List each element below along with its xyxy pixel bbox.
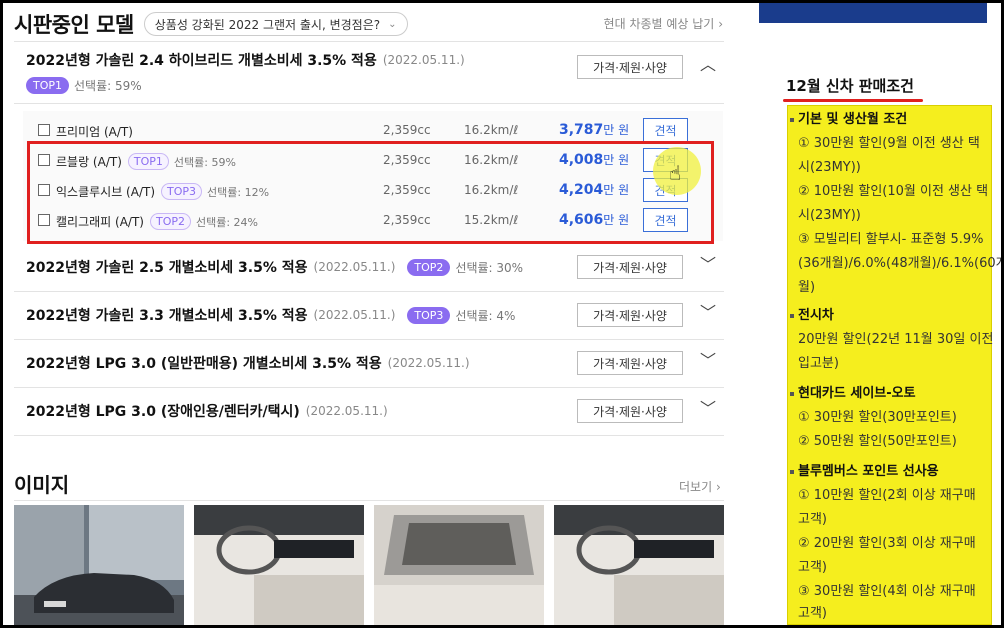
- notice-pill[interactable]: 상품성 강화된 2022 그랜저 출시, 변경점은? ⌄: [143, 12, 408, 36]
- bullet-icon: [790, 470, 794, 474]
- car-sunroof-photo[interactable]: [374, 505, 544, 625]
- condition-line: ① 30만원 할인(9월 이전 생산 택: [798, 136, 980, 151]
- bullet-icon: [790, 118, 794, 122]
- spec-button[interactable]: 가격·제원·사양: [577, 55, 683, 79]
- rank-badge: TOP2: [407, 258, 451, 276]
- chevron-up-icon[interactable]: ︿: [700, 57, 716, 73]
- images-title: 이미지: [14, 473, 70, 497]
- condition-line: ② 10만원 할인(10월 이전 생산 택: [798, 184, 989, 199]
- model-date: (2022.05.11.): [313, 260, 396, 274]
- trim-name: 프리미엄 (A/T): [56, 125, 133, 139]
- divider: [14, 500, 724, 501]
- condition-line: 고객): [798, 512, 827, 527]
- chevron-right-icon: ›: [718, 17, 723, 31]
- quote-button[interactable]: 견적: [643, 118, 688, 142]
- bullet-icon: [790, 392, 794, 396]
- spec-button[interactable]: 가격·제원·사양: [577, 399, 683, 423]
- car-interior-photo[interactable]: [194, 505, 364, 625]
- condition-line: 월): [798, 280, 816, 295]
- bullet-icon: [790, 314, 794, 318]
- delivery-link-label: 현대 차종별 예상 납기: [603, 17, 715, 31]
- sales-conditions-box: 기본 및 생산월 조건 ① 30만원 할인(9월 이전 생산 택 시(23MY)…: [787, 105, 1001, 625]
- ad-banner[interactable]: [759, 3, 987, 23]
- model-row[interactable]: 2022년형 가솔린 2.4 하이브리드 개별소비세 3.5% 적용 (2022…: [14, 43, 724, 99]
- spec-button[interactable]: 가격·제원·사양: [577, 351, 683, 375]
- section-header: 시판중인 모델 상품성 강화된 2022 그랜저 출시, 변경점은? ⌄: [14, 9, 408, 39]
- car-exterior-photo[interactable]: [14, 505, 184, 625]
- trim-price-unit: 만 원: [603, 123, 630, 137]
- model-name: 2022년형 LPG 3.0 (일반판매용) 개별소비세 3.5% 적용: [26, 356, 382, 372]
- model-date: (2022.05.11.): [305, 404, 388, 418]
- spec-button[interactable]: 가격·제원·사양: [577, 255, 683, 279]
- sidebar: 12월 신차 판매조건 기본 및 생산월 조건 ① 30만원 할인(9월 이전 …: [759, 3, 1001, 625]
- condition-line: 시(23MY)): [798, 208, 861, 223]
- model-title: 2022년형 가솔린 2.5 개별소비세 3.5% 적용 (2022.05.11…: [26, 243, 523, 291]
- condition-heading: 블루멤버스 포인트 선사용: [798, 464, 939, 479]
- chevron-down-icon[interactable]: ﹀: [700, 257, 716, 273]
- notice-text: 상품성 강화된 2022 그랜저 출시, 변경점은?: [154, 17, 381, 32]
- condition-line: 입고분): [798, 356, 839, 371]
- selection-rate: 선택률: 4%: [455, 308, 516, 323]
- main-column: 시판중인 모델 상품성 강화된 2022 그랜저 출시, 변경점은? ⌄ 현대 …: [3, 3, 727, 625]
- condition-line: ① 10만원 할인(2회 이상 재구매: [798, 488, 976, 503]
- model-date: (2022.05.11.): [387, 356, 470, 370]
- chevron-down-icon[interactable]: ﹀: [700, 401, 716, 417]
- model-title: 2022년형 LPG 3.0 (일반판매용) 개별소비세 3.5% 적용 (20…: [26, 339, 470, 387]
- delivery-link[interactable]: 현대 차종별 예상 납기 ›: [604, 15, 723, 32]
- chevron-down-icon[interactable]: ﹀: [700, 305, 716, 321]
- trim-displacement: 2,359cc: [383, 123, 431, 137]
- model-title: 2022년형 LPG 3.0 (장애인용/렌터카/택시) (2022.05.11…: [26, 387, 388, 435]
- model-title: 2022년형 가솔린 3.3 개별소비세 3.5% 적용 (2022.05.11…: [26, 291, 515, 339]
- condition-line: 고객): [798, 606, 827, 621]
- model-row[interactable]: 2022년형 가솔린 3.3 개별소비세 3.5% 적용 (2022.05.11…: [14, 291, 724, 339]
- condition-line: 시(23MY)): [798, 160, 861, 175]
- page-frame: 시판중인 모델 상품성 강화된 2022 그랜저 출시, 변경점은? ⌄ 현대 …: [3, 3, 1001, 625]
- trim-price-value: 3,787: [559, 122, 604, 138]
- condition-line: (36개월)/6.0%(48개월)/6.1%(60개: [798, 256, 1001, 271]
- more-link-label: 더보기: [679, 480, 713, 494]
- selection-rate: 선택률: 59%: [74, 79, 142, 93]
- condition-line: ① 30만원 할인(30만포인트): [798, 410, 957, 425]
- spec-button[interactable]: 가격·제원·사양: [577, 303, 683, 327]
- model-row[interactable]: 2022년형 가솔린 2.5 개별소비세 3.5% 적용 (2022.05.11…: [14, 243, 724, 291]
- condition-line: ② 50만원 할인(50만포인트): [798, 434, 957, 449]
- annotation-underline: [783, 99, 923, 102]
- car-interior-photo[interactable]: [554, 505, 724, 625]
- model-row[interactable]: 2022년형 LPG 3.0 (장애인용/렌터카/택시) (2022.05.11…: [14, 387, 724, 435]
- divider: [14, 41, 724, 42]
- model-row[interactable]: 2022년형 LPG 3.0 (일반판매용) 개별소비세 3.5% 적용 (20…: [14, 339, 724, 387]
- model-name: 2022년형 가솔린 3.3 개별소비세 3.5% 적용: [26, 308, 308, 324]
- model-date: (2022.05.11.): [313, 308, 396, 322]
- rank-badge: TOP1: [26, 77, 70, 94]
- condition-heading: 기본 및 생산월 조건: [798, 112, 908, 127]
- condition-line: 고객): [798, 560, 827, 575]
- annotation-red-box: [27, 141, 714, 244]
- section-title: 시판중인 모델: [14, 13, 134, 37]
- condition-line: ③ 모빌리티 할부시- 표준형 5.9%: [798, 232, 984, 247]
- condition-line: ③ 30만원 할인(4회 이상 재구매: [798, 584, 976, 599]
- sidebar-title: 12월 신차 판매조건: [786, 77, 914, 95]
- more-link[interactable]: 더보기 ›: [679, 478, 721, 495]
- condition-heading: 현대카드 세이브-오토: [798, 386, 916, 401]
- trim-name-group: 프리미엄 (A/T): [56, 123, 133, 140]
- model-date: (2022.05.11.): [382, 53, 465, 67]
- model-name: 2022년형 가솔린 2.5 개별소비세 3.5% 적용: [26, 260, 308, 276]
- condition-line: ② 20만원 할인(3회 이상 재구매: [798, 536, 976, 551]
- chevron-down-icon: ⌄: [388, 18, 397, 30]
- condition-line: 20만원 할인(22년 11월 30일 이전: [798, 332, 994, 347]
- trim-price: 3,787만 원: [559, 121, 629, 138]
- model-name: 2022년형 LPG 3.0 (장애인용/렌터카/택시): [26, 404, 300, 420]
- model-title: 2022년형 가솔린 2.4 하이브리드 개별소비세 3.5% 적용 (2022…: [26, 47, 465, 73]
- trim-checkbox[interactable]: [38, 124, 50, 136]
- chevron-down-icon[interactable]: ﹀: [700, 353, 716, 369]
- divider: [14, 435, 724, 436]
- hand-cursor-icon: ☝: [669, 161, 682, 185]
- selection-rate: 선택률: 30%: [455, 260, 524, 275]
- model-name: 2022년형 가솔린 2.4 하이브리드 개별소비세 3.5% 적용: [26, 53, 377, 69]
- divider: [14, 103, 724, 104]
- condition-heading: 전시차: [798, 308, 834, 323]
- rank-badge: TOP3: [407, 306, 451, 324]
- trim-efficiency: 16.2km/ℓ: [464, 123, 519, 137]
- model-badge-row: TOP1 선택률: 59%: [26, 77, 142, 94]
